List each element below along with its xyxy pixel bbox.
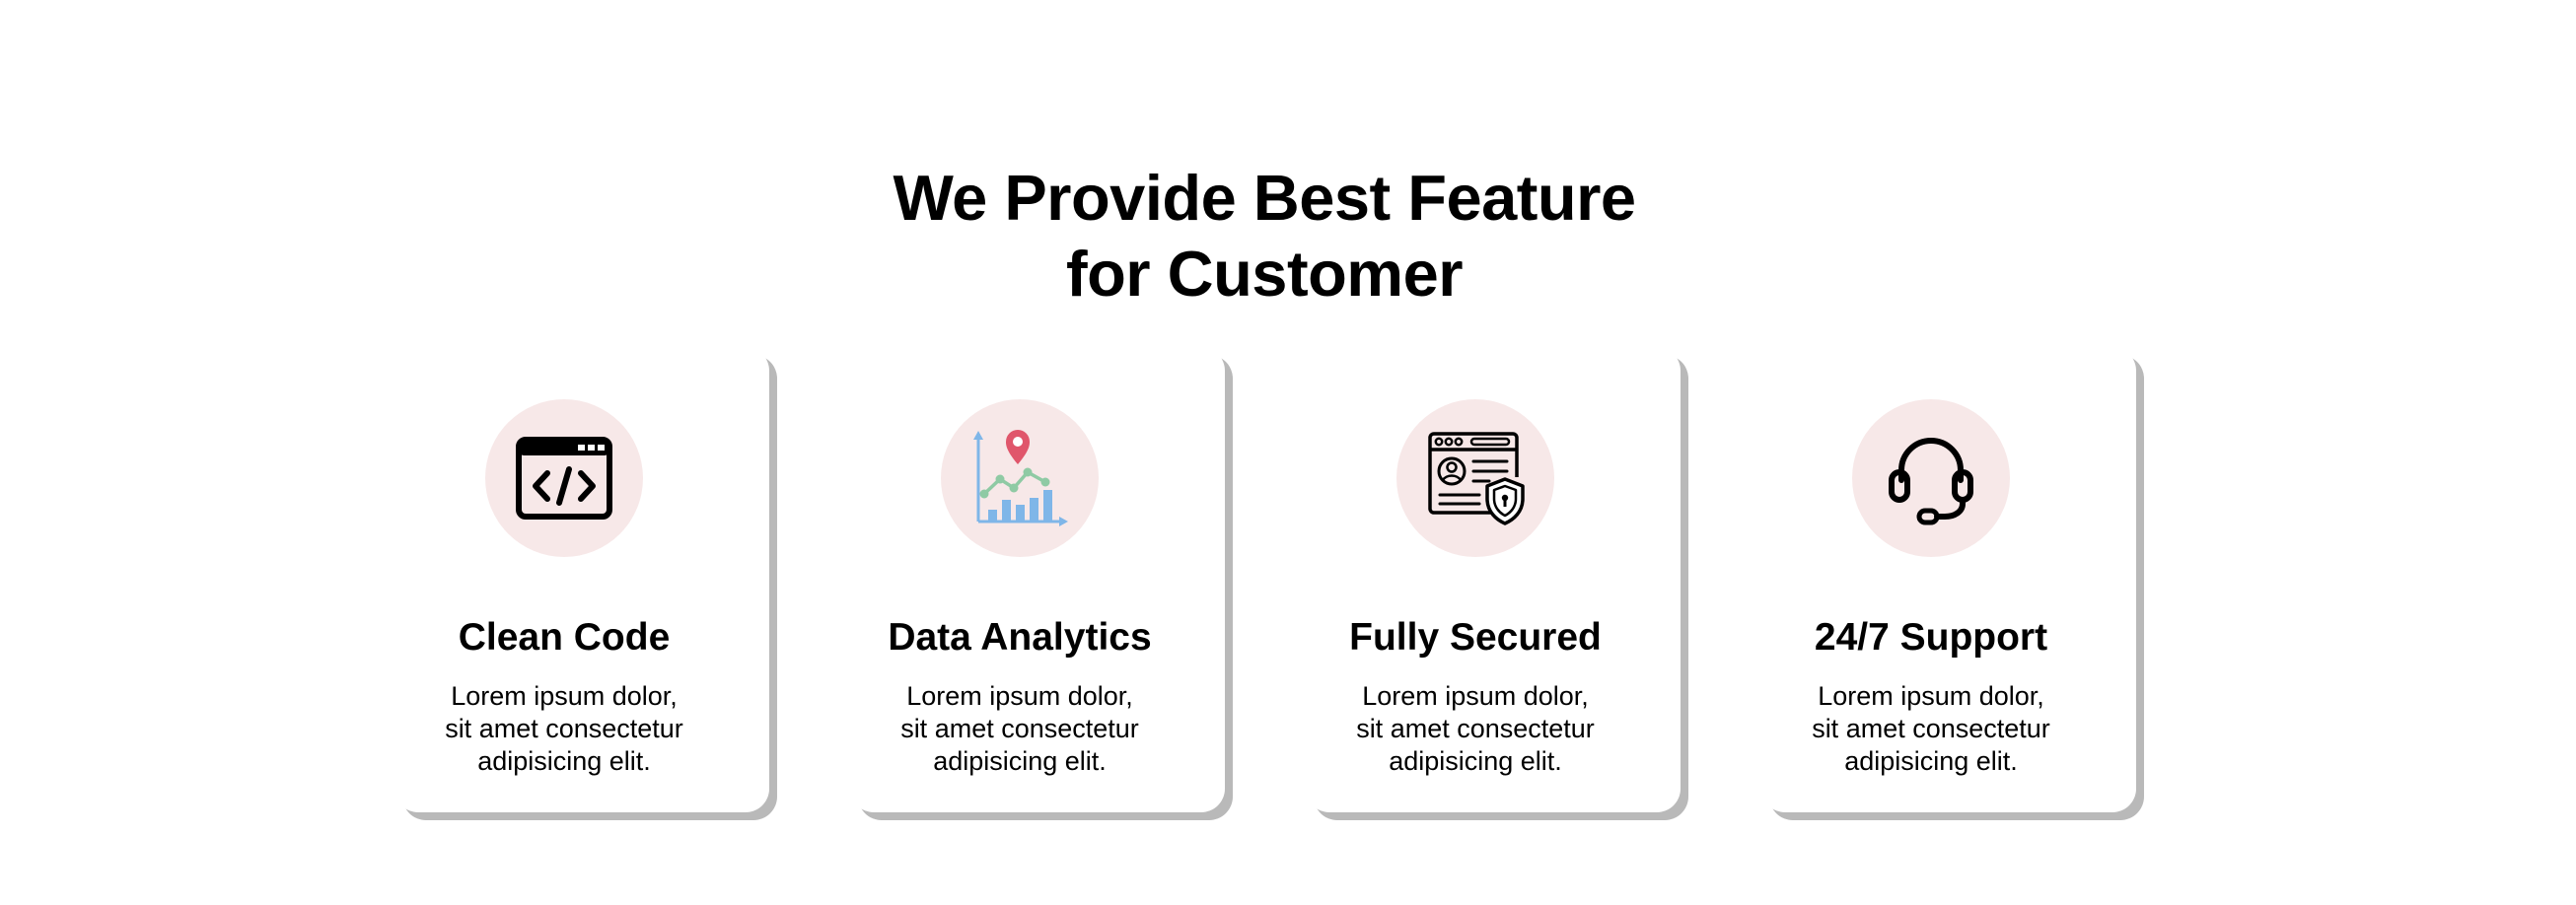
heading-line-2: for Customer — [1065, 237, 1464, 310]
heading-line-1: We Provide Best Feature — [893, 161, 1636, 234]
icon-badge — [1852, 399, 2010, 557]
icon-badge — [1396, 399, 1554, 557]
icon-badge — [485, 399, 643, 557]
section-heading: We Provide Best Feature for Customer — [0, 160, 2529, 312]
card-title: Fully Secured — [1349, 616, 1602, 659]
feature-card-data-analytics: Data Analytics Lorem ipsum dolor, sit am… — [850, 347, 1225, 812]
card-description: Lorem ipsum dolor, sit amet consectetur … — [1812, 681, 2050, 776]
card-title: 24/7 Support — [1814, 616, 2048, 659]
icon-badge — [941, 399, 1099, 557]
code-window-icon — [516, 437, 612, 520]
secure-profile-icon — [1428, 432, 1525, 525]
analytics-chart-icon — [973, 430, 1068, 526]
card-title: Data Analytics — [888, 616, 1152, 659]
card-description: Lorem ipsum dolor, sit amet consectetur … — [1356, 681, 1595, 776]
feature-card-fully-secured: Fully Secured Lorem ipsum dolor, sit ame… — [1306, 347, 1681, 812]
card-description: Lorem ipsum dolor, sit amet consectetur … — [900, 681, 1139, 776]
headset-icon — [1889, 438, 1973, 525]
feature-card-clean-code: Clean Code Lorem ipsum dolor, sit amet c… — [394, 347, 769, 812]
feature-card-support: 24/7 Support Lorem ipsum dolor, sit amet… — [1761, 347, 2136, 812]
card-description: Lorem ipsum dolor, sit amet consectetur … — [445, 681, 683, 776]
card-title: Clean Code — [458, 616, 671, 659]
